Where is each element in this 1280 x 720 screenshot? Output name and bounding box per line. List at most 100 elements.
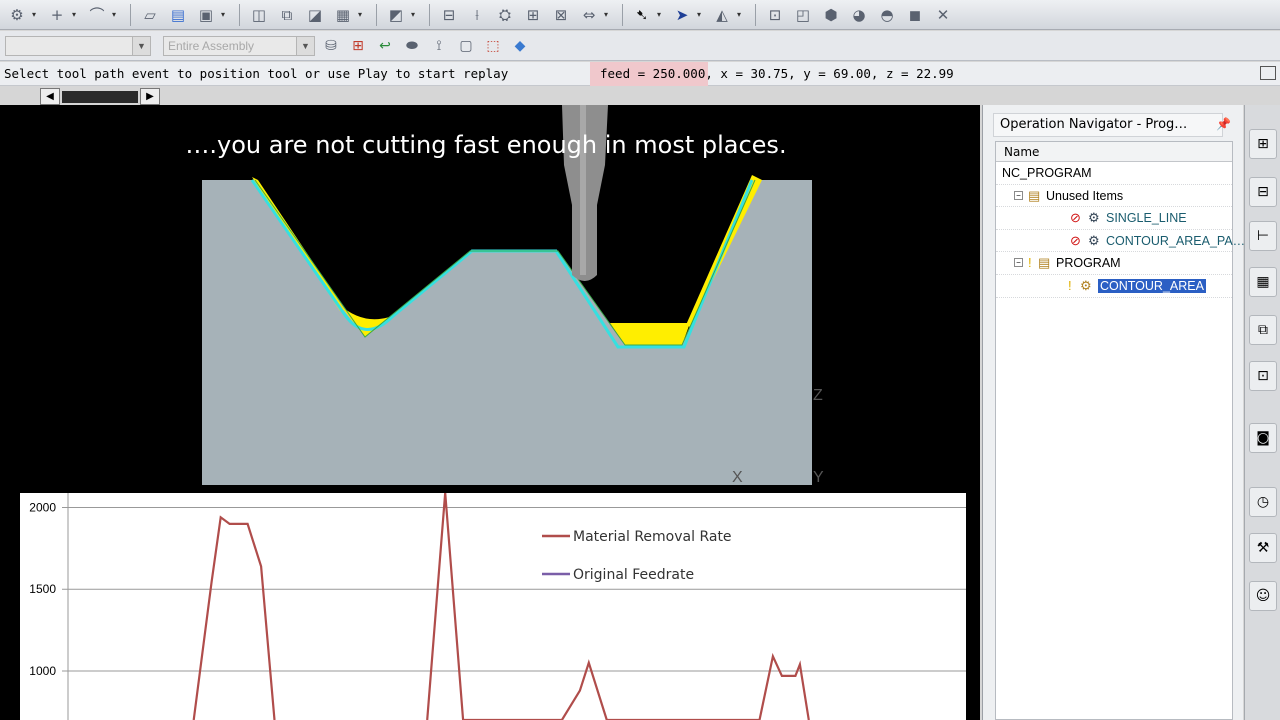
box-icon[interactable]: ▣ bbox=[193, 3, 219, 27]
collapse-icon[interactable]: − bbox=[1014, 258, 1023, 268]
rectangle-select-icon[interactable]: ⬚ bbox=[482, 35, 504, 57]
tree-item[interactable]: ⊘ ⚙ SINGLE_LINE bbox=[996, 207, 1232, 230]
web-browser-icon[interactable]: ◙ bbox=[1249, 423, 1277, 453]
toolbar-separator bbox=[622, 3, 623, 26]
shape-icon[interactable]: ⬢ bbox=[818, 3, 844, 27]
slider-left-arrow-icon[interactable]: ◀ bbox=[40, 88, 60, 105]
dropdown-icon[interactable]: ▾ bbox=[604, 10, 612, 19]
system-materials-icon[interactable]: ☺ bbox=[1249, 581, 1277, 611]
globe-icon[interactable]: ◕ bbox=[846, 3, 872, 27]
tree-item[interactable]: ⊘ ⚙ CONTOUR_AREA_PA… bbox=[996, 230, 1245, 253]
dropdown-icon[interactable]: ▾ bbox=[657, 10, 665, 19]
feed-readout: feed = 250.000, x = 30.75, y = 69.00, z … bbox=[600, 66, 954, 81]
mill-icon[interactable]: ⛭ bbox=[492, 3, 518, 27]
dropdown-icon[interactable]: ▾ bbox=[411, 10, 419, 19]
view-cube-icon[interactable]: ◆ bbox=[509, 35, 531, 57]
dropdown-icon[interactable]: ▾ bbox=[221, 10, 229, 19]
tree-item[interactable]: ! ⚙ CONTOUR_AREA bbox=[996, 275, 1232, 298]
dropdown-icon[interactable]: ▾ bbox=[358, 10, 366, 19]
assembly-nav-icon[interactable]: ⊞ bbox=[1249, 129, 1277, 159]
dropdown-icon[interactable]: ▾ bbox=[112, 10, 120, 19]
undo-arrow-icon[interactable]: ↩ bbox=[374, 35, 396, 57]
sheet-icon[interactable]: ▢ bbox=[455, 35, 477, 57]
slider-track[interactable] bbox=[62, 91, 138, 103]
column-header-name[interactable]: Name bbox=[996, 142, 1232, 162]
no-entry-icon: ⊘ bbox=[1070, 232, 1081, 248]
grid-icon[interactable]: ▦ bbox=[330, 3, 356, 27]
y-tick-label: 1000 bbox=[29, 664, 56, 678]
select-icon[interactable]: ⇔ bbox=[576, 3, 602, 27]
toolbar-separator bbox=[429, 3, 430, 26]
roles-icon[interactable]: ⚒ bbox=[1249, 533, 1277, 563]
pin-icon[interactable]: 📌 bbox=[1216, 117, 1231, 131]
machine-tool-icon[interactable]: ⊡ bbox=[1249, 361, 1277, 391]
section-icon[interactable]: ◩ bbox=[383, 3, 409, 27]
workpiece-block bbox=[202, 180, 812, 485]
warning-icon: ! bbox=[1068, 277, 1072, 293]
tool-icon[interactable]: ⟊ bbox=[464, 3, 490, 27]
layout-icon[interactable]: ◰ bbox=[790, 3, 816, 27]
snap-icon[interactable]: ⊞ bbox=[347, 35, 369, 57]
dropdown-icon[interactable]: ▾ bbox=[32, 10, 40, 19]
operation-navigator: Operation Navigator - Prog… 📌 Name NC_PR… bbox=[982, 105, 1245, 720]
axis-x-label: X bbox=[732, 469, 743, 486]
main-toolbar: ⚙ ▾ + ▾ ⌒ ▾ ▱ ▤ ▣ ▾ ◫ ⧉ ◪ ▦ ▾ ◩ ▾ ⊟ ⟊ ⛭ ⊞ ⊠ ⇔ ▾… bbox=[0, 0, 1280, 30]
filter-icon[interactable]: ⛁ bbox=[320, 35, 342, 57]
plus-icon[interactable]: + bbox=[44, 3, 70, 27]
axis-z-label: Z bbox=[813, 387, 823, 404]
dropdown-icon[interactable]: ▾ bbox=[737, 10, 745, 19]
hd3d-icon[interactable]: ⧉ bbox=[1249, 315, 1277, 345]
selection-toolbar: ▼ Entire Assembly ▼ ⛁ ⊞ ↩ ⬬ ⟟ ▢ ⬚ ◆ bbox=[0, 31, 1280, 61]
cube-icon[interactable]: ▱ bbox=[137, 3, 163, 27]
tree-item[interactable]: −! ▤ PROGRAM bbox=[996, 252, 1232, 275]
dropdown-icon[interactable]: ▾ bbox=[697, 10, 705, 19]
axis-y-label: Y bbox=[813, 469, 824, 486]
chevron-down-icon[interactable]: ▼ bbox=[132, 36, 150, 55]
warning-icon: ! bbox=[1028, 255, 1032, 271]
stack-icon[interactable]: ▤ bbox=[165, 3, 191, 27]
tree-item[interactable]: − ▤ Unused Items bbox=[996, 185, 1232, 208]
reuse-library-icon[interactable]: ▦ bbox=[1249, 267, 1277, 297]
navigator-tree: Name NC_PROGRAM − ▤ Unused Items ⊘ ⚙ SINGLE_LI… bbox=[995, 141, 1245, 720]
part-nav-icon[interactable]: ⊢ bbox=[1249, 221, 1277, 251]
collapse-icon[interactable]: − bbox=[1014, 190, 1023, 200]
chevron-down-icon[interactable]: ▼ bbox=[296, 36, 314, 55]
toolbar-separator bbox=[755, 3, 756, 26]
feature-icon[interactable]: ⟟ bbox=[428, 35, 450, 57]
series-line-material-removal-rate bbox=[426, 493, 810, 720]
cursor-icon[interactable]: ➤ bbox=[669, 3, 695, 27]
operation-icon: ⚙ bbox=[1088, 210, 1100, 226]
gear-icon[interactable]: ⚙ bbox=[4, 3, 30, 27]
curve-icon[interactable]: ⌒ bbox=[84, 3, 110, 27]
window-icon[interactable] bbox=[1260, 66, 1276, 80]
operation-icon: ⚙ bbox=[1088, 232, 1100, 248]
tree-item-label: PROGRAM bbox=[1056, 256, 1121, 271]
legend-label: Material Removal Rate bbox=[573, 529, 732, 545]
component-icon[interactable]: ◫ bbox=[246, 3, 272, 27]
close-icon[interactable]: ✕ bbox=[930, 3, 956, 27]
graphics-viewport[interactable]: ….you are not cutting fast enough in mos… bbox=[0, 105, 980, 720]
history-icon[interactable]: ◷ bbox=[1249, 487, 1277, 517]
assembly-icon[interactable]: ⧉ bbox=[274, 3, 300, 27]
layer-icon[interactable]: ⊠ bbox=[548, 3, 574, 27]
navigator-title: Operation Navigator - Prog… bbox=[993, 113, 1223, 137]
path-icon[interactable]: ⊞ bbox=[520, 3, 546, 27]
tree-item-label: NC_PROGRAM bbox=[1002, 166, 1092, 180]
toolbar-separator bbox=[239, 3, 240, 26]
solid-icon[interactable]: ⬬ bbox=[401, 35, 423, 57]
blend-icon[interactable]: ◓ bbox=[874, 3, 900, 27]
slider-right-arrow-icon[interactable]: ▶ bbox=[140, 88, 160, 105]
type-filter-combo[interactable]: ▼ bbox=[5, 35, 151, 56]
y-tick-label: 2000 bbox=[29, 501, 56, 515]
arrow-icon[interactable]: ➷ bbox=[629, 3, 655, 27]
cube-shade-icon[interactable]: ◼ bbox=[902, 3, 928, 27]
y-tick-label: 1500 bbox=[29, 582, 56, 596]
move-icon[interactable]: ◪ bbox=[302, 3, 328, 27]
dropdown-icon[interactable]: ▾ bbox=[72, 10, 80, 19]
fill-icon[interactable]: ◭ bbox=[709, 3, 735, 27]
operation-icon[interactable]: ⊟ bbox=[436, 3, 462, 27]
constraint-icon[interactable]: ⊟ bbox=[1249, 177, 1277, 207]
tree-item[interactable]: NC_PROGRAM bbox=[996, 162, 1232, 185]
selection-scope-combo[interactable]: Entire Assembly ▼ bbox=[163, 35, 315, 56]
light-icon[interactable]: ⊡ bbox=[762, 3, 788, 27]
